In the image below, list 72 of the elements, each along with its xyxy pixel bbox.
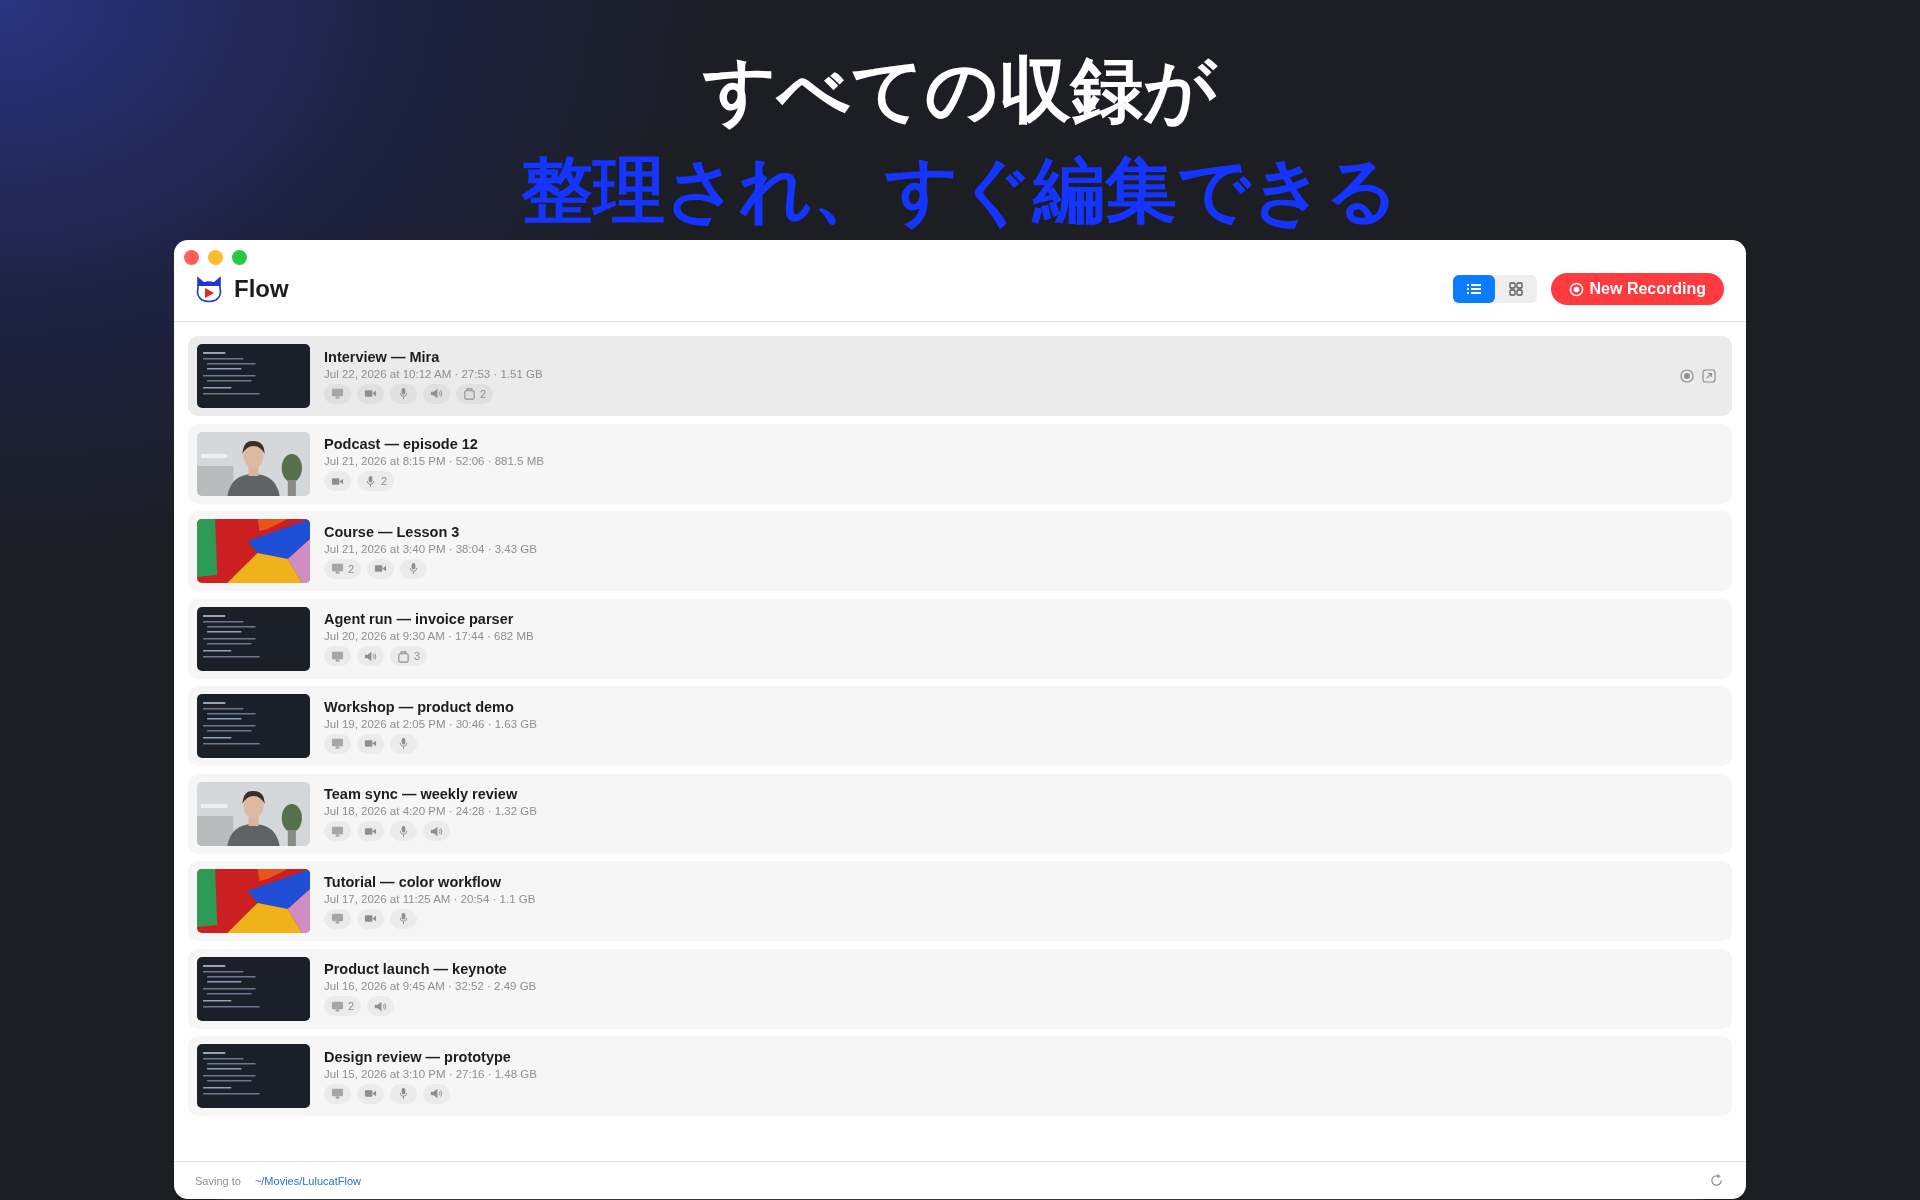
logo-icon <box>194 274 224 304</box>
monitor-icon <box>331 649 344 663</box>
monitor-icon <box>331 387 344 400</box>
recording-row[interactable]: Team sync — weekly review Jul 18, 2026 at 4:20 PM · 24:28 · 1.32 GB <box>188 773 1732 854</box>
track-chip: 2 <box>456 383 494 404</box>
recording-meta: Jul 16, 2026 at 9:45 AM · 32:52 · 2.49 GB <box>324 980 537 992</box>
monitor-icon <box>331 912 344 925</box>
microphone-icon <box>397 912 410 925</box>
recording-title: Product launch — keynote <box>324 961 508 977</box>
recording-row[interactable]: Course — Lesson 3 Jul 21, 2026 at 3:40 PM · 38:04 · 3.43 GB 2 <box>188 511 1732 591</box>
recording-row[interactable]: Workshop — product demo Jul 19, 2026 at 2:05 PM · 30:46 · 1.63 GB <box>188 686 1732 766</box>
open-external-button[interactable] <box>1702 369 1716 383</box>
microphone-icon <box>397 1087 410 1100</box>
record-button[interactable] <box>1680 369 1694 383</box>
headline-text: すべての収録が <box>702 47 1219 134</box>
record-icon <box>1568 281 1584 297</box>
recording-row[interactable]: Tutorial — color workflow Jul 17, 2026 at 11:25 AM · 20:54 · 1.1 GB <box>188 861 1732 941</box>
recording-meta: Jul 17, 2026 at 11:25 AM · 20:54 · 1.1 GB <box>324 892 536 905</box>
recording-meta: Jul 19, 2026 at 2:05 PM · 30:46 · 1.63 GB <box>324 717 537 730</box>
recording-title: Agent run — invoice parser <box>324 611 515 627</box>
saving-label: Saving to <box>195 1174 241 1187</box>
speaker-icon <box>430 1087 443 1100</box>
recording-meta: Jul 21, 2026 at 8:15 PM · 52:06 · 881.5 MB <box>324 455 544 467</box>
video-camera-icon <box>364 912 377 925</box>
recording-title: Tutorial — color workflow <box>324 873 502 890</box>
monitor-icon <box>331 1087 344 1100</box>
microphone-icon <box>397 387 410 400</box>
refresh-icon[interactable] <box>1709 1173 1724 1188</box>
speaker-icon <box>430 387 443 400</box>
list-view-button[interactable] <box>1452 275 1495 303</box>
recording-title: Workshop — product demo <box>324 698 515 715</box>
recording-title: Podcast — episode 12 <box>324 436 479 452</box>
app-name: Flow <box>234 275 289 303</box>
save-path-link[interactable]: ~/Movies/LulucatFlow <box>254 1174 361 1187</box>
monitor-icon <box>331 737 344 750</box>
video-camera-icon <box>364 387 377 400</box>
recording-meta: Jul 15, 2026 at 3:10 PM · 27:16 · 1.48 GB <box>324 1067 537 1080</box>
microphone-icon <box>397 824 410 838</box>
recording-title: Interview — Mira <box>324 348 441 365</box>
bag-icon <box>397 649 410 663</box>
bag-icon <box>463 387 476 400</box>
recording-row[interactable]: Design review — prototype Jul 15, 2026 at 3:10 PM · 27:16 · 1.48 GB <box>188 1036 1732 1116</box>
close-button[interactable] <box>184 250 199 265</box>
recording-meta: Jul 20, 2026 at 9:30 AM · 17:44 · 682 MB <box>324 630 534 642</box>
zoom-button[interactable] <box>232 250 247 265</box>
track-chip: 2 <box>357 471 395 491</box>
microphone-icon <box>364 474 377 488</box>
recording-row[interactable]: Agent run — invoice parser Jul 20, 2026 at 9:30 AM · 17:44 · 682 MB 3 <box>188 598 1732 679</box>
minimize-button[interactable] <box>208 250 223 265</box>
headline-text: 整理され、すぐ編集できる <box>521 147 1399 234</box>
recording-title: Design review — prototype <box>324 1048 512 1065</box>
list-icon <box>1466 283 1481 295</box>
recording-title: Course — Lesson 3 <box>324 523 461 540</box>
recording-row[interactable]: Interview — Mira Jul 22, 2026 at 10:12 AM · 27:53 · 1.51 GB 2 <box>188 336 1732 416</box>
recording-title: Team sync — weekly review <box>324 786 519 802</box>
recording-meta: Jul 22, 2026 at 10:12 AM · 27:53 · 1.51 GB <box>324 367 543 380</box>
new-recording-button[interactable]: New Recording <box>1550 273 1724 305</box>
grid-icon <box>1508 282 1523 296</box>
monitor-icon <box>331 562 344 575</box>
monitor-icon <box>331 999 344 1013</box>
track-chip: 2 <box>324 996 362 1016</box>
track-chip: 2 <box>324 558 362 579</box>
video-camera-icon <box>364 737 377 750</box>
microphone-icon <box>397 737 410 750</box>
video-camera-icon <box>364 1087 377 1100</box>
recording-meta: Jul 21, 2026 at 3:40 PM · 38:04 · 3.43 GB <box>324 542 537 555</box>
monitor-icon <box>331 824 344 838</box>
video-camera-icon <box>374 562 388 575</box>
recording-row[interactable]: Product launch — keynote Jul 16, 2026 at 9:45 AM · 32:52 · 2.49 GB 2 <box>188 948 1732 1029</box>
recording-meta: Jul 18, 2026 at 4:20 PM · 24:28 · 1.32 GB <box>324 805 537 817</box>
track-chip: 3 <box>390 646 428 666</box>
recording-row[interactable]: Podcast — episode 12 Jul 21, 2026 at 8:15 PM · 52:06 · 881.5 MB 2 <box>188 423 1732 504</box>
